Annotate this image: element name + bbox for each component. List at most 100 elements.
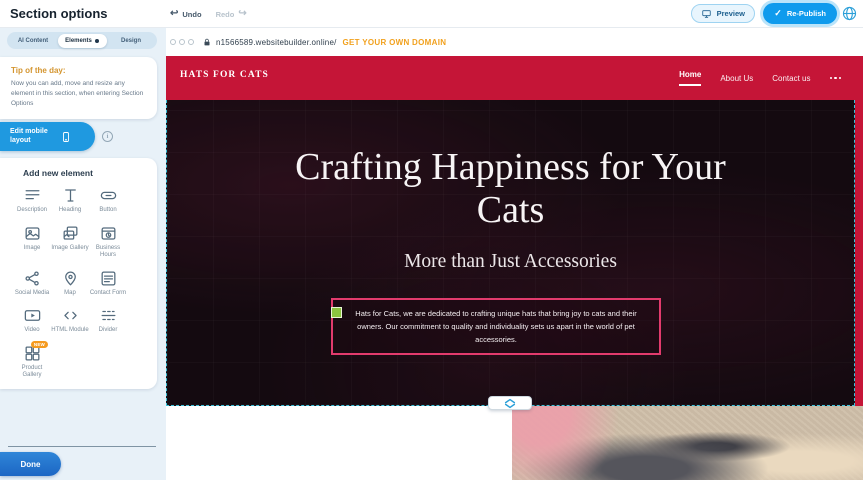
- map-icon: [61, 269, 80, 288]
- element-html-module[interactable]: HTML Module: [51, 306, 89, 335]
- edit-mobile-layout-button[interactable]: Edit mobile layout: [0, 122, 95, 151]
- edit-mobile-layout-label: Edit mobile layout: [10, 128, 54, 146]
- hero-subtitle[interactable]: More than Just Accessories: [167, 251, 854, 273]
- site-preview: HATS FOR CATS Home About Us Contact us C…: [166, 56, 863, 480]
- image-icon: [23, 224, 42, 243]
- hero-section: Crafting Happiness for Your Cats More th…: [166, 100, 855, 406]
- redo-button[interactable]: Redo ↪: [216, 9, 247, 19]
- sidebar-divider: [8, 446, 156, 447]
- section-resize-handle[interactable]: [488, 396, 532, 410]
- image-gallery-icon: [61, 224, 80, 243]
- nav-item-about-us[interactable]: About Us: [720, 74, 753, 83]
- app-window: Section options ↩ Undo Redo ↪ Preview ✓ …: [0, 0, 863, 480]
- tip-of-the-day-card: Tip of the day: Now you can add, move an…: [0, 57, 157, 119]
- element-heading[interactable]: Heading: [51, 186, 89, 215]
- element-divider[interactable]: Divider: [89, 306, 127, 335]
- site-right-edge: [855, 100, 863, 406]
- tip-body: Now you can add, move and resize any ele…: [11, 79, 146, 109]
- element-label: Contact Form: [90, 290, 126, 298]
- hero-body-text: Hats for Cats, we are dedicated to craft…: [355, 309, 636, 344]
- element-video[interactable]: Video: [13, 306, 51, 335]
- resize-arrows-icon: [503, 398, 517, 409]
- get-domain-link[interactable]: GET YOUR OWN DOMAIN: [343, 38, 447, 47]
- heading-icon: [61, 186, 80, 205]
- next-section-image[interactable]: [512, 406, 863, 480]
- history-controls: ↩ Undo Redo ↪: [170, 0, 247, 28]
- element-image[interactable]: Image: [13, 224, 51, 260]
- preview-label: Preview: [717, 9, 745, 18]
- element-label: Description: [17, 207, 47, 215]
- elements-tab-badge-dot: [95, 39, 99, 43]
- html-module-icon: [61, 306, 80, 325]
- new-badge: NEW: [31, 341, 48, 348]
- undo-label: Undo: [182, 10, 201, 19]
- button-icon: [99, 186, 118, 205]
- topbar: Section options ↩ Undo Redo ↪ Preview ✓ …: [0, 0, 863, 28]
- nav-item-contact-us[interactable]: Contact us: [772, 74, 810, 83]
- lock-icon: [202, 37, 212, 48]
- window-control-dots: [170, 39, 194, 45]
- window-dot: [179, 39, 185, 45]
- page-title: Section options: [10, 0, 108, 28]
- element-label: Video: [24, 327, 39, 335]
- republish-button[interactable]: ✓ Re-Publish: [763, 3, 837, 24]
- tab-design[interactable]: Design: [107, 34, 156, 48]
- video-icon: [23, 306, 42, 325]
- element-map[interactable]: Map: [51, 269, 89, 298]
- language-globe-icon[interactable]: [841, 5, 858, 22]
- element-label: Divider: [99, 327, 118, 335]
- add-element-panel: Add new element Description Heading Butt…: [0, 158, 157, 389]
- tip-title: Tip of the day:: [11, 66, 146, 75]
- element-label: Heading: [59, 207, 81, 215]
- nav-item-home[interactable]: Home: [679, 70, 701, 86]
- republish-label: Re-Publish: [787, 9, 826, 18]
- check-icon: ✓: [774, 8, 782, 19]
- contact-form-icon: [99, 269, 118, 288]
- element-product-gallery[interactable]: NEW Product Gallery: [13, 344, 51, 380]
- hero-textbox[interactable]: Hats for Cats, we are dedicated to craft…: [331, 298, 661, 355]
- tab-ai-content-label: AI Content: [18, 38, 48, 44]
- tab-elements-label: Elements: [65, 38, 92, 44]
- element-label: HTML Module: [51, 327, 88, 335]
- site-url[interactable]: n1566589.websitebuilder.online/: [216, 38, 337, 47]
- monitor-icon: [701, 9, 712, 19]
- element-image-gallery[interactable]: Image Gallery: [51, 224, 89, 260]
- sidebar: AI Content Elements Design Tip of the da…: [0, 28, 166, 480]
- smartphone-icon: [60, 128, 72, 146]
- sidebar-tabs: AI Content Elements Design: [7, 32, 157, 49]
- tab-design-label: Design: [121, 38, 141, 44]
- undo-button[interactable]: ↩ Undo: [170, 9, 202, 19]
- window-dot: [188, 39, 194, 45]
- hero-title[interactable]: Crafting Happiness for Your Cats: [276, 146, 746, 231]
- element-label: Product Gallery: [13, 365, 51, 380]
- done-button[interactable]: Done: [0, 452, 61, 476]
- element-button[interactable]: Button: [89, 186, 127, 215]
- tab-ai-content[interactable]: AI Content: [9, 34, 58, 48]
- site-header: HATS FOR CATS Home About Us Contact us: [166, 56, 863, 100]
- site-nav: Home About Us Contact us: [679, 56, 863, 100]
- window-dot: [170, 39, 176, 45]
- element-label: Map: [64, 290, 76, 298]
- info-icon[interactable]: i: [102, 131, 113, 142]
- divider-icon: [99, 306, 118, 325]
- site-logo[interactable]: HATS FOR CATS: [180, 70, 269, 80]
- redo-label: Redo: [216, 10, 235, 19]
- redo-icon: ↪: [238, 9, 246, 19]
- browser-bar: n1566589.websitebuilder.online/ GET YOUR…: [166, 28, 863, 56]
- business-hours-icon: [99, 224, 118, 243]
- social-media-icon: [23, 269, 42, 288]
- element-contact-form[interactable]: Contact Form: [89, 269, 127, 298]
- element-social-media[interactable]: Social Media: [13, 269, 51, 298]
- element-label: Button: [99, 207, 116, 215]
- element-label: Business Hours: [89, 245, 127, 260]
- description-icon: [23, 186, 42, 205]
- element-description[interactable]: Description: [13, 186, 51, 215]
- element-label: Social Media: [15, 290, 49, 298]
- nav-more-icon[interactable]: [830, 73, 842, 83]
- add-element-title: Add new element: [0, 168, 157, 178]
- element-business-hours[interactable]: Business Hours: [89, 224, 127, 260]
- element-label: Image Gallery: [51, 245, 88, 253]
- preview-button[interactable]: Preview: [691, 4, 755, 23]
- tab-elements[interactable]: Elements: [58, 34, 107, 48]
- selection-handle[interactable]: [331, 307, 342, 318]
